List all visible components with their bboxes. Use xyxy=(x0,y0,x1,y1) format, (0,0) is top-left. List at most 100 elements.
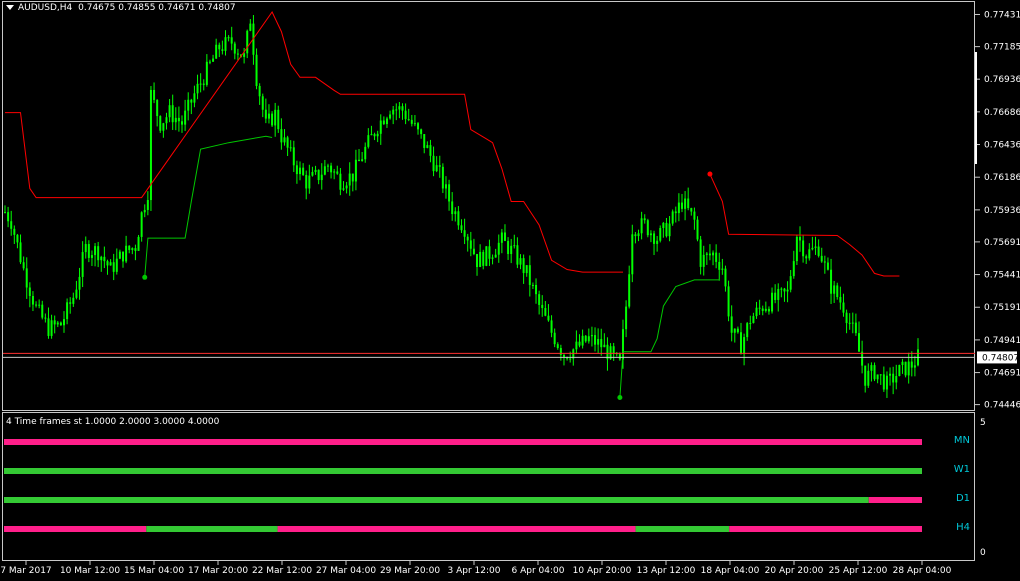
candle-body xyxy=(112,262,115,272)
candle-body xyxy=(578,341,581,346)
candle-body xyxy=(892,373,895,383)
candle-body xyxy=(221,49,224,51)
candle-body xyxy=(743,337,746,355)
candle-body xyxy=(628,274,631,307)
candle-body xyxy=(128,245,131,250)
candle-body xyxy=(724,268,727,287)
candle-body xyxy=(153,89,156,100)
candle-body xyxy=(684,198,687,209)
candle-body xyxy=(323,166,326,175)
candle-body xyxy=(721,268,724,270)
candle-body xyxy=(833,285,836,294)
trail-start-dot xyxy=(707,171,713,177)
candle-body xyxy=(106,261,109,266)
tf-label-d1: D1 xyxy=(955,493,970,504)
candle-body xyxy=(857,333,860,352)
time-tick-label: 13 Apr 12:00 xyxy=(637,566,696,576)
candle-body xyxy=(208,61,211,63)
candle-body xyxy=(56,322,59,325)
candle-body xyxy=(202,83,205,85)
time-tick-label: 15 Mar 04:00 xyxy=(124,566,184,576)
candle-body xyxy=(879,374,882,376)
candle-body xyxy=(522,258,525,274)
candle-body xyxy=(631,234,634,275)
candle-body xyxy=(84,244,87,253)
candle-body xyxy=(196,83,199,94)
candle-body xyxy=(212,58,215,62)
candle-body xyxy=(311,171,314,176)
candle-body xyxy=(472,248,475,255)
candle-body xyxy=(600,339,603,348)
indicator-frame xyxy=(2,412,975,561)
candle-body xyxy=(702,254,705,267)
candle-body xyxy=(413,123,416,125)
candle-body xyxy=(404,110,407,120)
candle-body xyxy=(830,269,833,294)
candle-body xyxy=(317,169,320,181)
candles xyxy=(4,15,919,398)
candle-body xyxy=(761,308,764,311)
candle-body xyxy=(910,361,913,368)
candle-body xyxy=(193,93,196,103)
candle-body xyxy=(224,37,227,51)
candle-body xyxy=(584,335,587,342)
candle-body xyxy=(771,292,774,312)
candle-body xyxy=(755,307,758,317)
time-tick-label: 3 Apr 12:00 xyxy=(448,566,501,576)
price-tick-label: 0.77185 xyxy=(984,43,1020,53)
candle-body xyxy=(432,155,435,172)
candle-body xyxy=(47,318,50,336)
trail-up-line xyxy=(144,135,273,278)
candle-body xyxy=(656,240,659,244)
tf-label-h4: H4 xyxy=(956,522,970,533)
candle-body xyxy=(420,129,423,135)
candle-body xyxy=(904,361,907,376)
candle-body xyxy=(789,276,792,290)
candle-body xyxy=(187,99,190,111)
candle-body xyxy=(677,202,680,214)
ohlc-values: 0.74675 0.74855 0.74671 0.74807 xyxy=(78,3,236,13)
candle-body xyxy=(218,44,221,50)
candle-body xyxy=(680,202,683,209)
time-tick-label: 10 Apr 20:00 xyxy=(573,566,632,576)
candle-body xyxy=(109,262,112,266)
candle-body xyxy=(134,248,137,251)
candle-body xyxy=(687,198,690,209)
price-tick-label: 0.76186 xyxy=(984,173,1020,183)
candle-body xyxy=(795,236,798,262)
candle-body xyxy=(842,302,845,313)
candle-body xyxy=(361,159,364,162)
candle-body xyxy=(507,240,510,255)
candle-body xyxy=(367,135,370,147)
candle-body xyxy=(767,308,770,312)
candle-body xyxy=(233,43,236,54)
candle-body xyxy=(839,297,842,303)
candle-body xyxy=(292,147,295,166)
candle-body xyxy=(63,319,66,326)
price-tick-label: 0.74691 xyxy=(984,369,1020,379)
candle-body xyxy=(665,222,668,237)
candle-body xyxy=(258,85,261,97)
tf-label-w1: W1 xyxy=(953,464,970,475)
candle-body xyxy=(44,317,47,319)
candle-body xyxy=(122,251,125,262)
dropdown-triangle-icon[interactable] xyxy=(6,5,14,10)
candle-body xyxy=(13,228,16,235)
candle-body xyxy=(243,53,246,57)
candle-body xyxy=(513,245,516,247)
candle-body xyxy=(575,341,578,350)
candle-body xyxy=(457,211,460,226)
candle-body xyxy=(137,236,140,251)
candle-body xyxy=(696,219,699,240)
candle-body xyxy=(873,365,876,380)
candle-body xyxy=(97,246,100,261)
candle-body xyxy=(190,99,193,103)
candle-body xyxy=(640,218,643,234)
candle-body xyxy=(448,184,451,202)
time-tick-label: 25 Apr 12:00 xyxy=(829,566,888,576)
candle-body xyxy=(227,37,230,39)
candle-body xyxy=(171,105,174,123)
candle-body xyxy=(786,289,789,292)
candle-body xyxy=(31,296,34,305)
tf-bar-h4-down xyxy=(4,526,147,532)
